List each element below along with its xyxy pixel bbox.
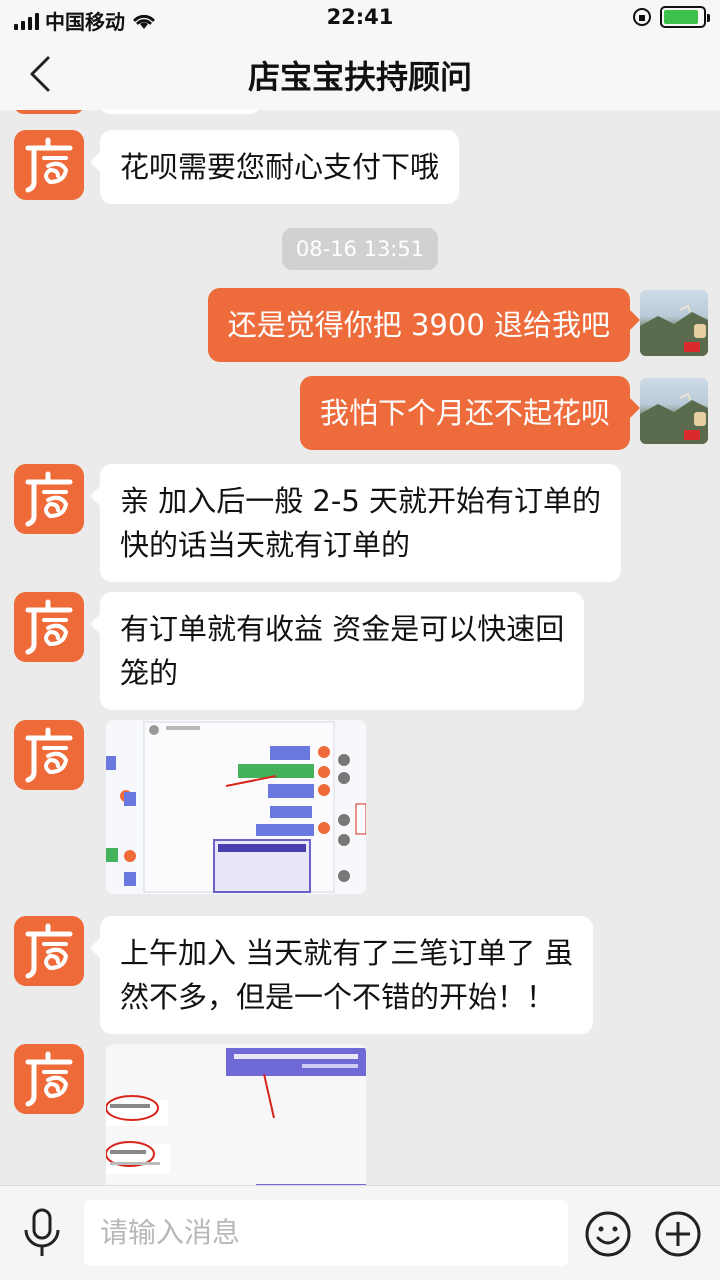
agent-message[interactable]: 花呗需要您耐心支付下哦 <box>89 130 460 204</box>
agent-message[interactable]: 亲 加入后一般 2-5 天就开始有订单的 快的话当天就有订单的 <box>89 464 622 582</box>
message-text: 我怕下个月还不起花呗 <box>319 396 610 430</box>
emoji-icon[interactable] <box>584 1210 632 1258</box>
status-time: 22:41 <box>326 5 394 29</box>
image-message[interactable] <box>106 720 366 894</box>
store-logo-icon <box>25 137 73 193</box>
my-avatar[interactable] <box>640 290 708 356</box>
plus-icon[interactable] <box>654 1210 702 1258</box>
message-text: 快的话当天就有订单的 <box>120 528 411 562</box>
store-logo-icon <box>25 727 73 783</box>
chat-area[interactable]: 花呗需要您耐心支付下哦 08-16 13:51 还是觉得你把 3900 退给我吧… <box>0 110 720 1185</box>
status-right <box>632 6 710 28</box>
message-text: 上午加入 当天就有了三笔订单了 虽 <box>120 936 574 970</box>
message-input[interactable]: 请输入消息 <box>84 1200 568 1266</box>
store-logo-icon <box>25 1051 73 1107</box>
chat-screenshot-thumbnail <box>106 1044 366 1185</box>
orientation-lock-icon <box>633 8 651 26</box>
store-logo-icon <box>25 471 73 527</box>
message-text: 亲 加入后一般 2-5 天就开始有订单的 <box>120 484 602 518</box>
agent-avatar[interactable] <box>14 592 84 662</box>
status-bar: 中国移动 22:41 <box>0 0 720 38</box>
landscape-photo <box>640 392 708 444</box>
agent-message[interactable]: 上午加入 当天就有了三笔订单了 虽 然不多，但是一个不错的开始！！ <box>89 916 594 1034</box>
message-text: 还是觉得你把 3900 退给我吧 <box>227 308 610 342</box>
landscape-photo <box>640 304 708 356</box>
agent-avatar[interactable] <box>14 464 84 534</box>
input-bar: 请输入消息 <box>0 1185 720 1280</box>
agent-avatar[interactable] <box>14 720 84 790</box>
agent-avatar[interactable] <box>14 916 84 986</box>
message-text: 花呗需要您耐心支付下哦 <box>120 150 440 184</box>
store-logo-icon <box>25 599 73 655</box>
mic-icon[interactable] <box>20 1208 64 1258</box>
image-message[interactable] <box>106 1044 366 1185</box>
battery-icon <box>660 6 710 28</box>
my-message[interactable]: 我怕下个月还不起花呗 <box>299 376 641 450</box>
store-logo-icon <box>25 923 73 979</box>
timestamp-badge: 08-16 13:51 <box>282 228 438 270</box>
agent-avatar[interactable] <box>14 130 84 200</box>
agent-message[interactable]: 有订单就有收益 资金是可以快速回 笼的 <box>89 592 585 710</box>
message-text: 笼的 <box>120 656 179 690</box>
message-text: 有订单就有收益 资金是可以快速回 <box>120 612 565 646</box>
chat-screenshot-thumbnail <box>106 720 366 894</box>
message-text: 然不多，但是一个不错的开始！！ <box>120 980 556 1014</box>
page-title: 店宝宝扶持顾问 <box>247 58 472 96</box>
partial-bubble <box>100 110 260 114</box>
partial-avatar <box>14 110 84 114</box>
my-avatar[interactable] <box>640 378 708 444</box>
agent-avatar[interactable] <box>14 1044 84 1114</box>
nav-bar: 店宝宝扶持顾问 <box>0 38 720 110</box>
my-message[interactable]: 还是觉得你把 3900 退给我吧 <box>207 288 641 362</box>
